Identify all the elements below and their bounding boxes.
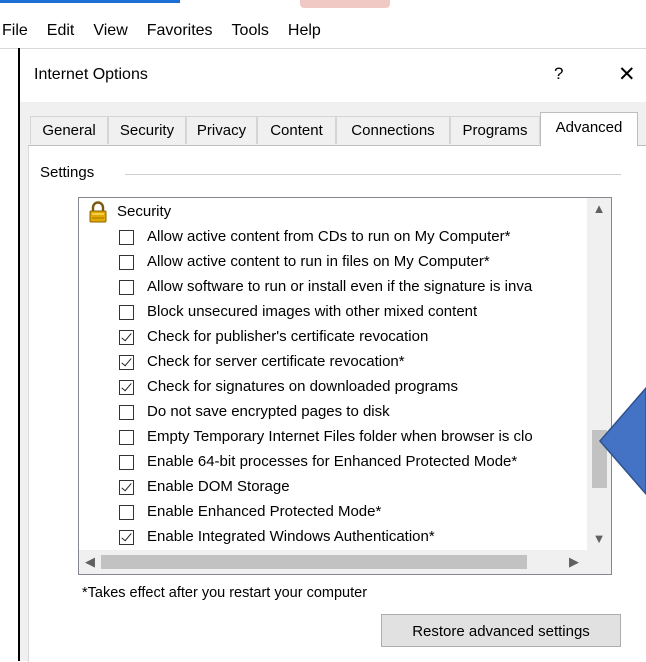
settings-tree-list[interactable]: Security Allow active content from CDs t… [78, 197, 612, 575]
setting-label: Enable 64-bit processes for Enhanced Pro… [147, 453, 518, 470]
close-button[interactable]: ✕ [618, 62, 636, 87]
list-item[interactable]: Enable 64-bit processes for Enhanced Pro… [79, 451, 587, 476]
dialog-titlebar: Internet Options ? ✕ [20, 50, 646, 102]
menu-edit[interactable]: Edit [39, 14, 86, 48]
setting-checkbox[interactable] [119, 330, 134, 345]
scroll-left-button[interactable]: ◀ [79, 550, 101, 574]
setting-checkbox[interactable] [119, 255, 134, 270]
list-item[interactable]: Check for publisher's certificate revoca… [79, 326, 587, 351]
setting-checkbox[interactable] [119, 505, 134, 520]
setting-label: Check for server certificate revocation* [147, 353, 405, 370]
scroll-up-button[interactable]: ▲ [587, 198, 611, 220]
list-item[interactable]: Allow active content to run in files on … [79, 251, 587, 276]
setting-label: Enable Integrated Windows Authentication… [147, 528, 435, 545]
setting-label: Empty Temporary Internet Files folder wh… [147, 428, 533, 445]
background-tab-fragment [300, 0, 390, 8]
setting-checkbox[interactable] [119, 380, 134, 395]
setting-label: Enable Enhanced Protected Mode* [147, 503, 382, 520]
setting-label: Block unsecured images with other mixed … [147, 303, 478, 320]
scroll-right-button[interactable]: ▶ [563, 550, 585, 574]
vertical-scrollbar[interactable]: ▲ ▼ [587, 198, 611, 550]
list-item[interactable]: Allow software to run or install even if… [79, 276, 587, 301]
setting-checkbox[interactable] [119, 405, 134, 420]
tab-advanced[interactable]: Advanced [540, 112, 638, 146]
setting-label: Allow active content to run in files on … [147, 253, 490, 270]
setting-checkbox[interactable] [119, 455, 134, 470]
tab-privacy[interactable]: Privacy [186, 116, 257, 144]
tab-security[interactable]: Security [108, 116, 186, 144]
menu-help[interactable]: Help [280, 14, 332, 48]
restart-footnote: *Takes effect after you restart your com… [82, 585, 368, 601]
setting-checkbox[interactable] [119, 280, 134, 295]
setting-checkbox[interactable] [119, 355, 134, 370]
setting-label: Do not save encrypted pages to disk [147, 403, 390, 420]
list-item[interactable]: Check for server certificate revocation* [79, 351, 587, 376]
setting-checkbox[interactable] [119, 430, 134, 445]
horizontal-scrollbar[interactable]: ◀ ▶ [79, 550, 611, 574]
lock-icon [89, 201, 107, 223]
list-item[interactable]: Empty Temporary Internet Files folder wh… [79, 426, 587, 451]
setting-checkbox[interactable] [119, 230, 134, 245]
restore-advanced-settings-button[interactable]: Restore advanced settings [381, 614, 621, 647]
tab-connections[interactable]: Connections [336, 116, 450, 144]
menubar: File Edit View Favorites Tools Help [0, 14, 646, 49]
help-button[interactable]: ? [554, 64, 563, 84]
setting-label: Allow software to run or install even if… [147, 278, 533, 295]
setting-checkbox[interactable] [119, 530, 134, 545]
setting-label: Check for publisher's certificate revoca… [147, 328, 429, 345]
list-item[interactable]: Check for signatures on downloaded progr… [79, 376, 587, 401]
scroll-down-button[interactable]: ▼ [587, 528, 611, 550]
setting-label: Check for signatures on downloaded progr… [147, 378, 459, 395]
list-item[interactable]: Enable Integrated Windows Authentication… [79, 526, 587, 550]
scrollbar-corner [587, 550, 611, 574]
list-item[interactable]: Do not save encrypted pages to disk [79, 401, 587, 426]
setting-checkbox[interactable] [119, 480, 134, 495]
list-item[interactable]: Enable DOM Storage [79, 476, 587, 501]
background-accent [0, 0, 180, 3]
menu-favorites[interactable]: Favorites [139, 14, 224, 48]
section-header-security: Security [79, 201, 587, 226]
callout-arrow-icon [599, 386, 646, 496]
setting-checkbox[interactable] [119, 305, 134, 320]
section-header-label: Security [117, 203, 172, 220]
horizontal-scroll-thumb[interactable] [101, 555, 527, 569]
dialog-title: Internet Options [34, 66, 148, 83]
background-window-edge [0, 0, 646, 14]
settings-group-label: Settings [36, 164, 99, 181]
menu-file[interactable]: File [0, 14, 39, 48]
settings-rows: Security Allow active content from CDs t… [79, 198, 587, 550]
tab-programs[interactable]: Programs [450, 116, 540, 144]
setting-label: Allow active content from CDs to run on … [147, 228, 511, 245]
tab-content[interactable]: Content [257, 116, 336, 144]
list-item[interactable]: Block unsecured images with other mixed … [79, 301, 587, 326]
tab-general[interactable]: General [30, 116, 108, 144]
setting-label: Enable DOM Storage [147, 478, 290, 495]
menu-tools[interactable]: Tools [224, 14, 280, 48]
list-item[interactable]: Enable Enhanced Protected Mode* [79, 501, 587, 526]
settings-group-border [125, 174, 621, 175]
list-item[interactable]: Allow active content from CDs to run on … [79, 226, 587, 251]
menu-view[interactable]: View [85, 14, 138, 48]
